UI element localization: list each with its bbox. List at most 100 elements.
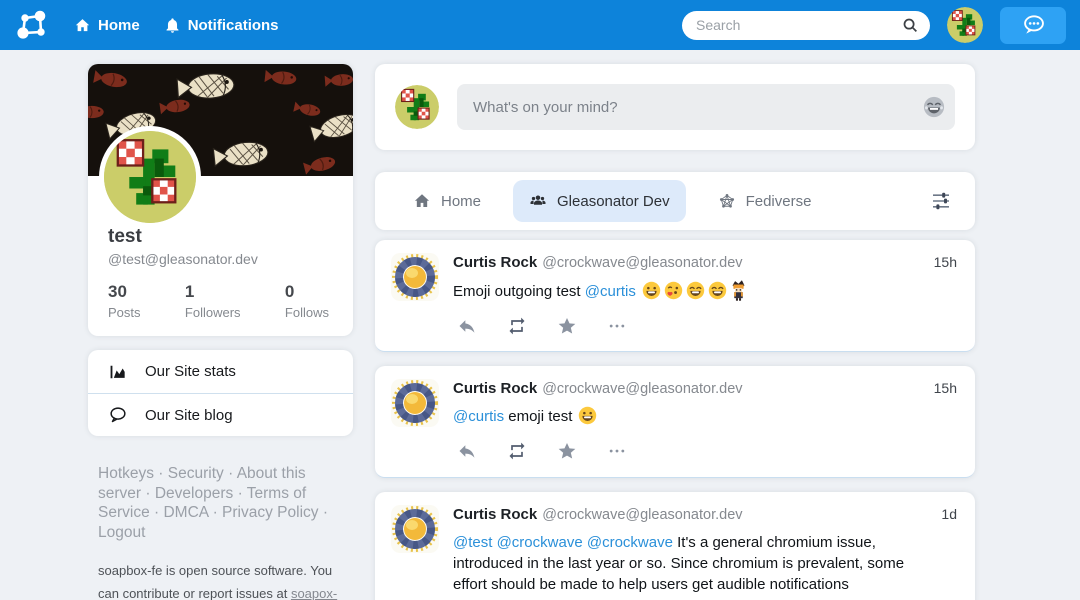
chat-icon [1020, 13, 1047, 38]
mention-link[interactable]: @crockwave [497, 534, 583, 551]
post: Curtis Rock @crockwave@gleasonator.dev Em… [375, 240, 975, 352]
ellipsis-icon [607, 316, 627, 336]
footer-link-hotkeys[interactable]: Hotkeys [98, 465, 154, 482]
home-icon [413, 192, 431, 210]
timeline-tabs: Home Gleasonator Dev Fed [375, 172, 975, 230]
profile-display-name[interactable]: test [108, 226, 333, 248]
footer-link-developers[interactable]: Developers [155, 485, 233, 502]
post-author-name[interactable]: Curtis Rock [453, 506, 537, 523]
post-content: @test @crockwave @crockwave It's a gener… [453, 532, 959, 595]
mention-link[interactable]: @test [453, 534, 492, 551]
tab-home[interactable]: Home [397, 180, 497, 222]
nav-notifications[interactable]: Notifications [164, 17, 279, 34]
sidebar-footer: Hotkeys · Security · About this server ·… [88, 452, 353, 600]
post-timestamp[interactable]: 15h [934, 380, 957, 396]
repost-icon [507, 316, 527, 336]
emoji [706, 283, 728, 300]
menu-item-site-blog[interactable]: Our Site blog [88, 393, 353, 436]
more-button[interactable] [607, 441, 627, 461]
tab-fediverse[interactable]: Fediverse [702, 180, 828, 222]
reply-icon [457, 441, 477, 461]
post-author-handle: @crockwave@gleasonator.dev [542, 507, 742, 523]
post-author-handle: @crockwave@gleasonator.dev [542, 381, 742, 397]
reply-icon [457, 316, 477, 336]
menu-item-label: Our Site stats [145, 363, 236, 380]
search-icon[interactable] [901, 16, 920, 35]
emoji-picker-button[interactable] [921, 96, 943, 118]
ellipsis-icon [607, 441, 627, 461]
stat-posts[interactable]: 30 Posts [108, 282, 141, 320]
post-actions [453, 441, 959, 461]
composer-input[interactable] [457, 84, 955, 130]
post-author-name[interactable]: Curtis Rock [453, 254, 537, 271]
speech-bubble-icon [108, 405, 128, 425]
more-button[interactable] [607, 316, 627, 336]
menu-item-label: Our Site blog [145, 407, 233, 424]
mention-link[interactable]: @curtis [585, 283, 636, 300]
composer-avatar[interactable] [395, 85, 439, 129]
sliders-icon [929, 189, 953, 213]
emoji [640, 283, 662, 300]
profile-stats: 30 Posts 1 Followers 0 Follows [108, 282, 333, 320]
feed: Curtis Rock @crockwave@gleasonator.dev Em… [375, 240, 975, 600]
group-icon [529, 192, 547, 210]
profile-handle: @test@gleasonator.dev [108, 251, 333, 267]
reply-button[interactable] [457, 316, 477, 336]
repost-button[interactable] [507, 441, 527, 461]
post-content: Emoji outgoing test @curtis [453, 280, 959, 302]
chat-button[interactable] [1000, 7, 1066, 44]
footer-link-logout[interactable]: Logout [98, 524, 145, 541]
site-menu: Our Site stats Our Site blog [88, 350, 353, 436]
timeline-column: Home Gleasonator Dev Fed [375, 64, 975, 600]
post-actions [453, 316, 959, 336]
home-icon [74, 17, 91, 34]
repost-icon [507, 441, 527, 461]
nav-home[interactable]: Home [74, 17, 140, 34]
top-navbar: Home Notifications [0, 0, 1080, 50]
post-author-avatar[interactable] [391, 379, 439, 427]
post-content: @curtis emoji test [453, 406, 959, 427]
post-author-name[interactable]: Curtis Rock [453, 380, 537, 397]
footer-links: Hotkeys · Security · About this server ·… [98, 464, 330, 542]
left-sidebar: test @test@gleasonator.dev 30 Posts 1 Fo… [88, 64, 353, 600]
about-text: soapbox-fe is open source software. You … [98, 559, 346, 600]
post: Curtis Rock @crockwave@gleasonator.dev @c… [375, 366, 975, 478]
nav-home-label: Home [98, 17, 140, 34]
stat-followers[interactable]: 1 Followers [185, 282, 241, 320]
post-author-avatar[interactable] [391, 253, 439, 301]
post-timestamp[interactable]: 15h [934, 254, 957, 270]
pixel-character-emoji [728, 283, 747, 300]
profile-avatar[interactable] [99, 126, 201, 228]
post-author-handle: @crockwave@gleasonator.dev [542, 255, 742, 271]
footer-link-privacy-policy[interactable]: Privacy Policy [222, 504, 318, 521]
timeline-settings-button[interactable] [929, 189, 953, 213]
emoji [684, 283, 706, 300]
nav-notifications-label: Notifications [188, 17, 279, 34]
mention-link[interactable]: @curtis [453, 408, 504, 425]
current-user-avatar[interactable] [947, 7, 983, 43]
mention-link[interactable]: @crockwave [587, 534, 673, 551]
menu-item-site-stats[interactable]: Our Site stats [88, 350, 353, 393]
fediverse-icon [718, 192, 736, 210]
post-timestamp[interactable]: 1d [941, 506, 957, 522]
repost-button[interactable] [507, 316, 527, 336]
search-input[interactable] [682, 11, 930, 40]
search-box [682, 11, 930, 40]
bell-icon [164, 17, 181, 34]
star-icon [557, 441, 577, 461]
star-icon [557, 316, 577, 336]
emoji [662, 283, 684, 300]
soapbox-logo-icon[interactable] [14, 8, 50, 42]
footer-link-security[interactable]: Security [168, 465, 224, 482]
stat-follows[interactable]: 0 Follows [285, 282, 329, 320]
footer-link-dmca[interactable]: DMCA [163, 504, 208, 521]
favourite-button[interactable] [557, 316, 577, 336]
reply-button[interactable] [457, 441, 477, 461]
favourite-button[interactable] [557, 441, 577, 461]
profile-card: test @test@gleasonator.dev 30 Posts 1 Fo… [88, 64, 353, 336]
tab-gleasonator-dev[interactable]: Gleasonator Dev [513, 180, 686, 222]
post: Curtis Rock @crockwave@gleasonator.dev @t… [375, 492, 975, 600]
composer [375, 64, 975, 150]
post-author-avatar[interactable] [391, 505, 439, 553]
area-chart-icon [108, 362, 128, 382]
